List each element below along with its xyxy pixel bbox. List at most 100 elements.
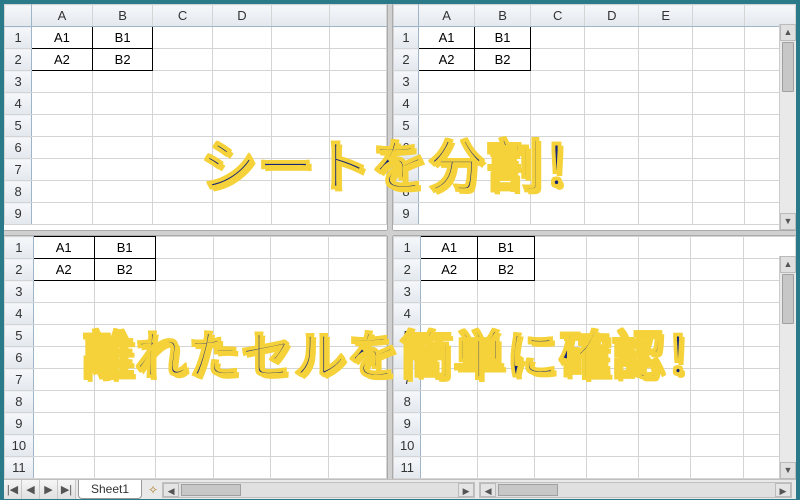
cell[interactable] (33, 435, 94, 457)
cell[interactable] (329, 281, 387, 303)
cell[interactable] (478, 435, 535, 457)
cell[interactable] (213, 237, 271, 259)
cell[interactable] (478, 325, 535, 347)
cell[interactable]: A1 (33, 237, 94, 259)
row-header[interactable]: 9 (5, 203, 32, 225)
cell[interactable] (693, 93, 744, 115)
cell[interactable] (693, 27, 744, 49)
cell[interactable] (693, 49, 744, 71)
cell[interactable] (534, 413, 586, 435)
cell[interactable] (691, 413, 743, 435)
cell[interactable] (531, 49, 585, 71)
cell[interactable] (155, 369, 213, 391)
cell[interactable] (421, 435, 478, 457)
row-header[interactable]: 6 (5, 347, 34, 369)
cell[interactable] (329, 203, 386, 225)
cell[interactable] (478, 391, 535, 413)
cell[interactable]: A2 (419, 49, 475, 71)
cell[interactable] (271, 413, 329, 435)
cell[interactable] (693, 115, 744, 137)
cell[interactable] (213, 259, 271, 281)
row-header[interactable]: 8 (394, 391, 421, 413)
cell[interactable] (586, 259, 638, 281)
cell[interactable] (329, 49, 386, 71)
cell[interactable] (153, 203, 212, 225)
cell[interactable] (329, 325, 387, 347)
scrollbar-thumb[interactable] (782, 274, 794, 324)
sheet-tab[interactable]: Sheet1 (78, 480, 142, 499)
cell[interactable] (155, 325, 213, 347)
cell[interactable] (271, 325, 329, 347)
cell[interactable] (531, 93, 585, 115)
cell[interactable] (33, 457, 94, 479)
cell[interactable] (478, 281, 535, 303)
cell[interactable] (33, 413, 94, 435)
cell[interactable] (639, 115, 693, 137)
row-header[interactable]: 6 (394, 137, 419, 159)
cell[interactable] (585, 27, 639, 49)
cell[interactable] (691, 281, 743, 303)
cell[interactable] (329, 303, 387, 325)
row-header[interactable]: 7 (394, 369, 421, 391)
cell[interactable] (94, 457, 155, 479)
cell[interactable] (531, 159, 585, 181)
cell[interactable]: A1 (419, 27, 475, 49)
cell[interactable] (639, 203, 693, 225)
cell[interactable] (478, 303, 535, 325)
cell[interactable] (153, 159, 212, 181)
cell[interactable]: B2 (475, 49, 531, 71)
row-header[interactable]: 4 (394, 93, 419, 115)
cell[interactable] (212, 71, 271, 93)
cell[interactable] (534, 259, 586, 281)
cell[interactable] (419, 115, 475, 137)
row-header[interactable]: 11 (394, 457, 421, 479)
cell[interactable]: B2 (478, 259, 535, 281)
cell[interactable] (586, 391, 638, 413)
row-header[interactable]: 9 (394, 413, 421, 435)
cell[interactable] (32, 115, 93, 137)
row-header[interactable]: 1 (5, 27, 32, 49)
cell[interactable] (272, 159, 329, 181)
cell[interactable] (212, 115, 271, 137)
cell[interactable] (639, 237, 691, 259)
cell[interactable] (213, 435, 271, 457)
column-header[interactable]: D (585, 5, 639, 27)
cell[interactable] (421, 281, 478, 303)
row-header[interactable]: 3 (5, 71, 32, 93)
cell[interactable] (94, 435, 155, 457)
cell[interactable] (585, 93, 639, 115)
cell[interactable] (271, 457, 329, 479)
cell[interactable] (272, 181, 329, 203)
cell[interactable] (639, 435, 691, 457)
cell[interactable] (153, 27, 212, 49)
row-header[interactable]: 4 (394, 303, 421, 325)
cell[interactable] (153, 137, 212, 159)
cell[interactable]: A2 (32, 49, 93, 71)
cell[interactable] (534, 391, 586, 413)
cell[interactable] (531, 137, 585, 159)
cell[interactable] (475, 115, 531, 137)
cell[interactable] (153, 181, 212, 203)
cell[interactable] (271, 237, 329, 259)
cell[interactable] (33, 303, 94, 325)
cell[interactable] (32, 159, 93, 181)
cell[interactable] (94, 303, 155, 325)
row-header[interactable]: 10 (5, 435, 34, 457)
cell[interactable] (421, 391, 478, 413)
cell[interactable] (586, 457, 638, 479)
cell[interactable] (271, 369, 329, 391)
cell[interactable] (639, 27, 693, 49)
row-header[interactable]: 4 (5, 303, 34, 325)
cell[interactable] (329, 27, 386, 49)
cell[interactable] (153, 93, 212, 115)
cell[interactable] (213, 281, 271, 303)
cell[interactable] (691, 457, 743, 479)
cell[interactable] (419, 137, 475, 159)
scroll-right-icon[interactable]: ▶ (775, 483, 791, 497)
column-header[interactable]: C (153, 5, 212, 27)
horizontal-scrollbar-right[interactable]: ◀ ▶ (479, 482, 792, 498)
cell[interactable] (639, 369, 691, 391)
cell[interactable] (329, 115, 386, 137)
cell[interactable] (329, 181, 386, 203)
cell[interactable] (693, 71, 744, 93)
